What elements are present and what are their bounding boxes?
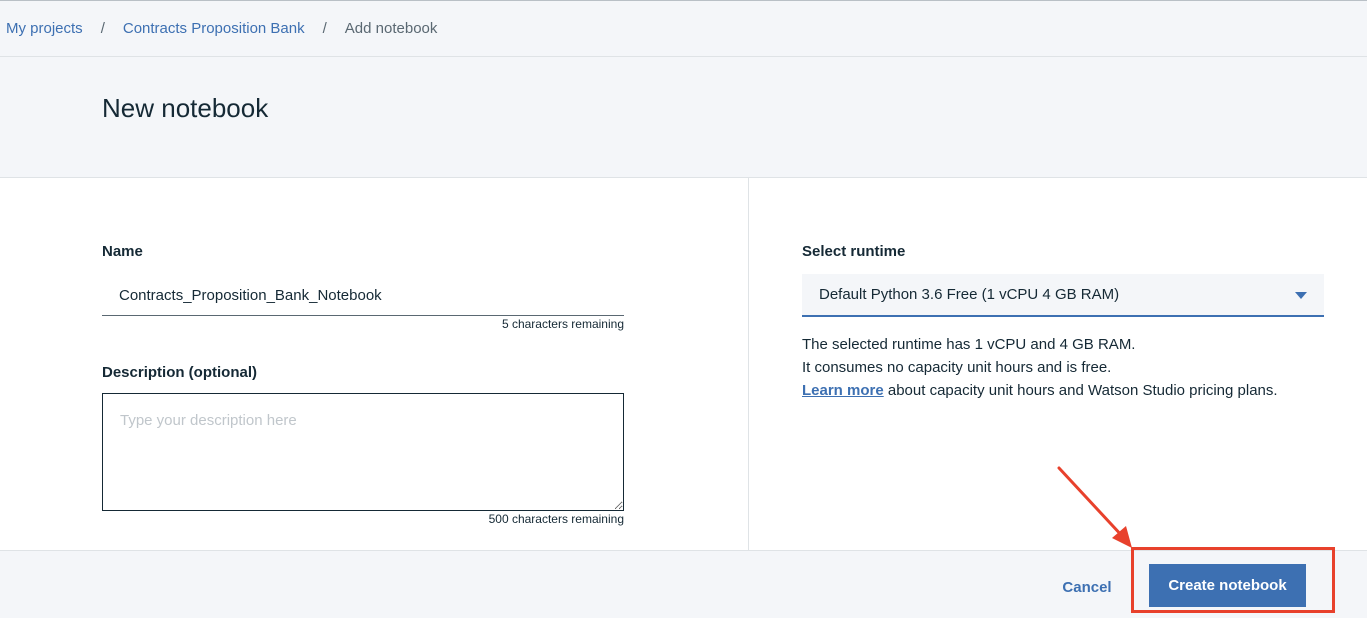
runtime-info-line3-text: about capacity unit hours and Watson Stu…: [883, 382, 1278, 399]
breadcrumb: My projects / Contracts Proposition Bank…: [0, 1, 1367, 57]
runtime-label: Select runtime: [802, 243, 906, 260]
column-divider: [748, 178, 749, 550]
footer-bar: Cancel Create notebook: [0, 550, 1367, 618]
arrow-icon: [1057, 466, 1132, 548]
page-header: New notebook: [0, 57, 1367, 178]
runtime-select[interactable]: Default Python 3.6 Free (1 vCPU 4 GB RAM…: [802, 274, 1324, 317]
runtime-select-value: Default Python 3.6 Free (1 vCPU 4 GB RAM…: [819, 286, 1120, 303]
name-label: Name: [102, 243, 143, 260]
page-title: New notebook: [102, 93, 269, 123]
caret-down-icon: [1295, 292, 1307, 299]
runtime-info-line1: The selected runtime has 1 vCPU and 4 GB…: [802, 336, 1136, 353]
learn-more-link[interactable]: Learn more: [802, 382, 884, 399]
description-char-counter: 500 characters remaining: [488, 512, 624, 526]
breadcrumb-separator: /: [100, 20, 105, 37]
breadcrumb-project[interactable]: Contracts Proposition Bank: [123, 20, 305, 37]
create-notebook-button[interactable]: Create notebook: [1149, 564, 1306, 607]
name-char-counter: 5 characters remaining: [501, 317, 624, 331]
cancel-button[interactable]: Cancel: [1050, 575, 1124, 599]
breadcrumb-separator: /: [322, 20, 327, 37]
arrow-shaft: [1057, 466, 1126, 540]
breadcrumb-current: Add notebook: [344, 20, 438, 37]
breadcrumb-my-projects[interactable]: My projects: [6, 20, 83, 37]
description-label: Description (optional): [102, 364, 257, 381]
description-textarea[interactable]: [102, 393, 624, 511]
runtime-info-line3: Learn more about capacity unit hours and…: [802, 382, 1278, 399]
runtime-info-line2: It consumes no capacity unit hours and i…: [802, 359, 1112, 376]
arrow-head: [1112, 526, 1132, 548]
name-input[interactable]: [102, 276, 624, 316]
